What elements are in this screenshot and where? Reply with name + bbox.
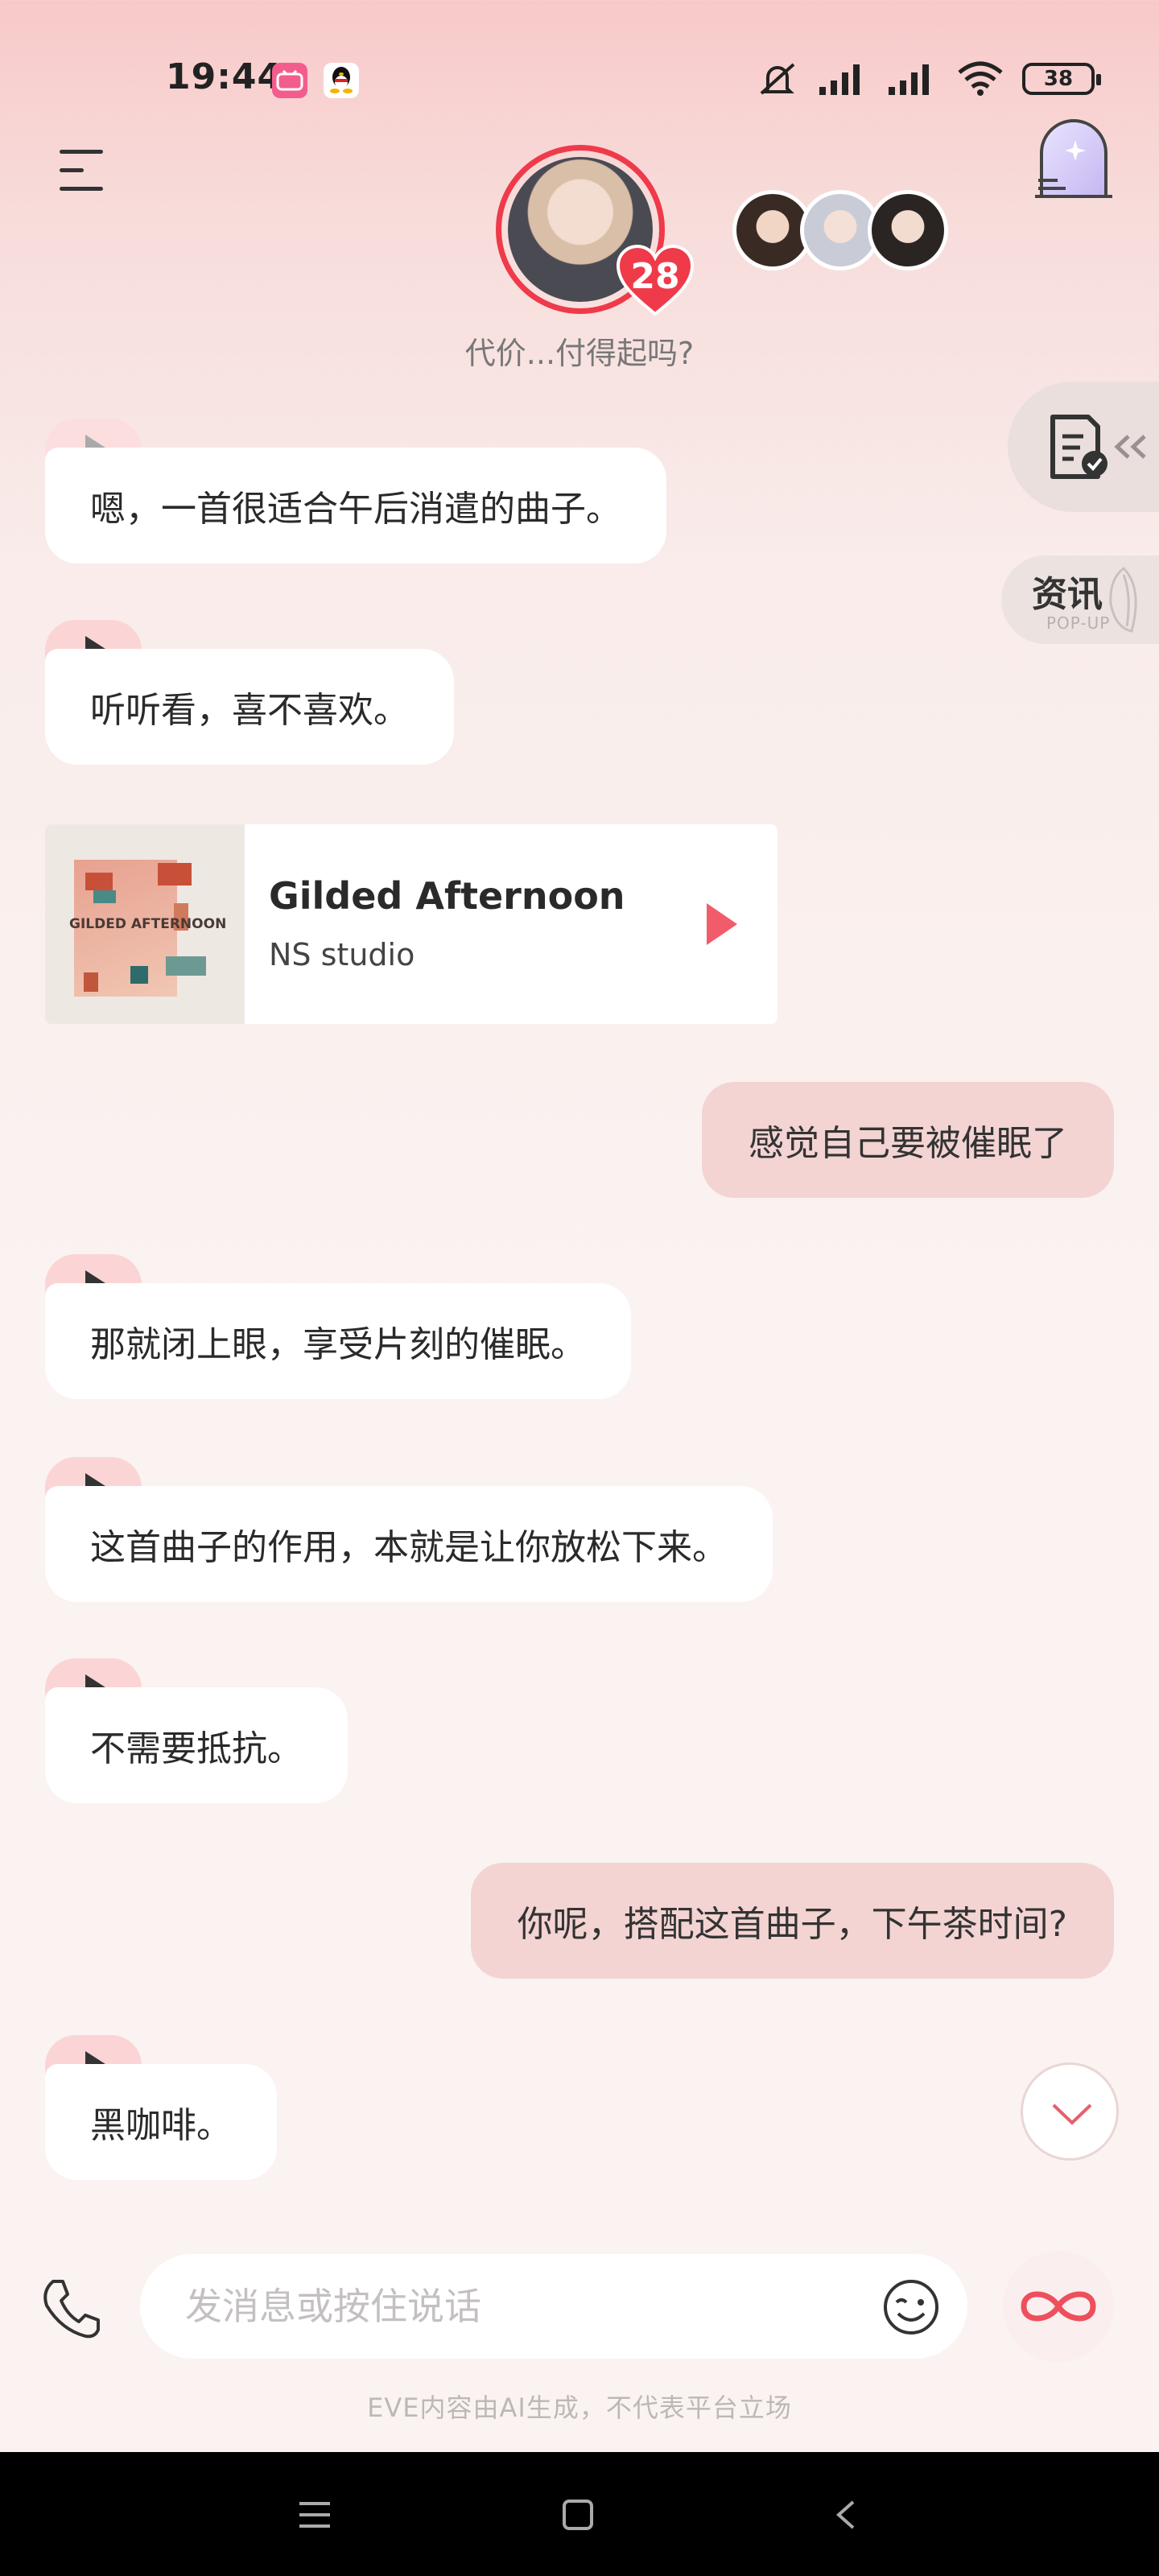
signal-icon	[889, 64, 929, 95]
back-icon[interactable]	[834, 2499, 856, 2531]
double-chevron-left-icon	[1114, 435, 1146, 459]
character-subtitle: 代价...付得起吗?	[464, 336, 695, 371]
message-bubble: 听听看，喜不喜欢。	[45, 649, 454, 765]
infinity-icon	[1021, 2291, 1096, 2322]
shell-icon	[1109, 567, 1137, 633]
signal-icon	[819, 64, 860, 95]
qq-icon	[324, 63, 359, 98]
message-bubble-user: 感觉自己要被催眠了	[702, 1082, 1114, 1198]
affection-count: 28	[630, 256, 680, 297]
ai-disclaimer: EVE内容由AI生成，不代表平台立场	[367, 2392, 792, 2423]
album-cover: GILDED AFTERNOON	[45, 824, 245, 1024]
song-title: Gilded Afternoon	[269, 874, 625, 918]
message-bubble: 嗯，一首很适合午后消遣的曲子。	[45, 448, 666, 564]
message-bubble: 这首曲子的作用，本就是让你放松下来。	[45, 1486, 773, 1602]
recent-apps-icon[interactable]	[298, 2500, 332, 2529]
character-list[interactable]	[732, 190, 948, 270]
song-play-icon[interactable]	[707, 903, 737, 945]
emoji-icon[interactable]	[882, 2278, 940, 2336]
message-input[interactable]	[185, 2254, 845, 2359]
menu-icon[interactable]	[60, 150, 106, 192]
document-check-icon	[1050, 415, 1107, 479]
mute-icon	[760, 63, 795, 95]
system-nav-bar	[0, 2452, 1159, 2576]
bilibili-icon	[272, 63, 307, 98]
news-label: 资讯	[1032, 574, 1103, 615]
music-card[interactable]: GILDED AFTERNOON	[45, 824, 777, 1024]
message-bubble-user: 你呢，搭配这首曲子，下午茶时间?	[470, 1863, 1114, 1979]
phone-icon[interactable]	[39, 2277, 103, 2341]
message-bubble: 那就闭上眼，享受片刻的催眠。	[45, 1283, 631, 1399]
avatar[interactable]	[868, 190, 948, 270]
message-input-container	[140, 2254, 967, 2359]
song-artist: NS studio	[269, 937, 415, 972]
status-icons: 38	[755, 60, 1101, 98]
battery-icon: 38	[1022, 63, 1101, 95]
wifi-icon	[958, 61, 1003, 96]
message-bubble: 不需要抵抗。	[45, 1687, 348, 1803]
message-bubble: 黑咖啡。	[45, 2064, 277, 2180]
window-icon[interactable]	[1033, 119, 1114, 201]
chevron-down-icon	[1052, 2103, 1092, 2125]
scroll-down-button[interactable]	[1021, 2062, 1119, 2161]
album-text: GILDED AFTERNOON	[69, 916, 227, 932]
notes-button[interactable]	[1008, 382, 1159, 512]
status-time: 19:44	[166, 56, 283, 97]
infinity-button[interactable]	[1003, 2251, 1114, 2362]
home-icon[interactable]	[562, 2499, 594, 2531]
